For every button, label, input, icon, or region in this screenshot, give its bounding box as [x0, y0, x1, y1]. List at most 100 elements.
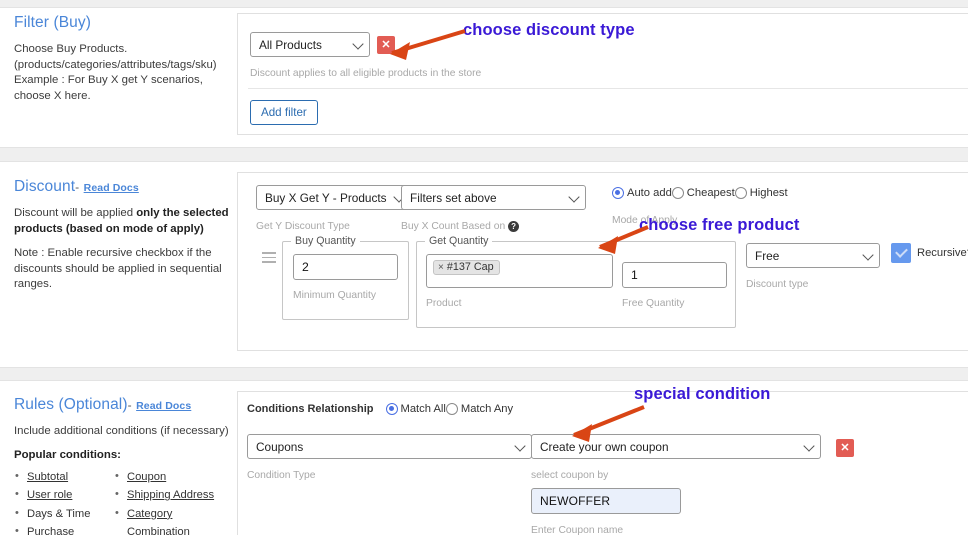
popular-conditions-column-a: Subtotal User role Days & Time Purchase …	[14, 467, 100, 535]
rules-panel: Conditions Relationship Match All Match …	[237, 391, 968, 535]
section-divider-rules	[0, 367, 968, 381]
condition-type-helper: Condition Type	[247, 470, 316, 481]
discount-type-select[interactable]: Buy X Get Y - Products	[256, 185, 411, 210]
popular-conditions-lists: Subtotal User role Days & Time Purchase …	[14, 467, 229, 535]
filter-product-helper: Discount applies to all eligible product…	[250, 68, 482, 79]
list-item: Days & Time	[14, 504, 100, 524]
filter-panel-divider	[248, 88, 968, 89]
discount-rule-editor-page: Filter (Buy) Choose Buy Products. (produ…	[0, 0, 968, 535]
mode-of-apply-radio-group: Auto add Cheapest Highest	[612, 187, 788, 199]
buy-quantity-helper: Minimum Quantity	[293, 290, 376, 301]
buy-quantity-input[interactable]: 2	[293, 254, 398, 280]
chevron-down-icon	[862, 248, 874, 261]
recursive-checkbox[interactable]	[891, 243, 911, 263]
relationship-option-match-all[interactable]: Match All	[385, 403, 446, 415]
list-item[interactable]: Category Combination	[114, 504, 224, 535]
help-icon[interactable]: ?	[508, 221, 520, 232]
chevron-down-icon	[803, 439, 815, 452]
radio-icon	[385, 403, 398, 415]
condition-link-coupon[interactable]: Coupon	[127, 471, 166, 483]
filter-remove-button[interactable]: ✕	[377, 35, 395, 54]
condition-link-subtotal[interactable]: Subtotal	[27, 471, 68, 483]
condition-type-select[interactable]: Coupons	[247, 434, 532, 459]
conditions-relationship-row: Conditions Relationship Match All Match …	[247, 403, 513, 415]
section-divider-discount	[0, 147, 968, 162]
filter-description-column: Filter (Buy) Choose Buy Products. (produ…	[14, 14, 229, 113]
get-product-multiselect[interactable]: × #137 Cap	[426, 254, 613, 288]
buy-x-count-helper: Buy X Count Based on ?	[401, 221, 520, 233]
radio-icon	[734, 187, 747, 199]
discount-panel: Buy X Get Y - Products Get Y Discount Ty…	[237, 172, 968, 351]
product-chip[interactable]: × #137 Cap	[433, 260, 500, 275]
buy-x-count-select[interactable]: Filters set above	[401, 185, 586, 210]
buy-x-count-helper-text: Buy X Count Based on	[401, 221, 506, 233]
list-item[interactable]: Purchase History	[14, 522, 100, 535]
mode-option-cheapest[interactable]: Cheapest	[671, 187, 735, 199]
condition-link-purchase-history[interactable]: Purchase History	[27, 526, 74, 535]
get-quantity-fieldset: Get Quantity × #137 Cap Product 1 Free Q…	[416, 235, 736, 328]
filter-product-select-value: All Products	[259, 37, 322, 52]
discount-type-helper: Get Y Discount Type	[256, 221, 350, 232]
free-quantity-input[interactable]: 1	[622, 262, 727, 288]
rule-remove-button[interactable]: ✕	[836, 439, 854, 457]
chevron-down-icon	[568, 190, 580, 203]
condition-link-shipping-address[interactable]: Shipping Address	[127, 489, 214, 501]
coupon-name-input[interactable]: NEWOFFER	[531, 488, 681, 514]
discount-title-dash: -	[75, 180, 80, 194]
add-filter-button[interactable]: Add filter	[250, 100, 318, 125]
rules-section-title: Rules (Optional)- Read Docs	[14, 396, 229, 414]
mode-option-highest-label: Highest	[749, 187, 788, 199]
filter-product-select[interactable]: All Products	[250, 32, 370, 57]
radio-icon	[445, 403, 458, 415]
discount-description-column: Discount- Read Docs Discount will be app…	[14, 178, 229, 302]
chevron-down-icon	[352, 37, 364, 50]
mode-option-auto-add[interactable]: Auto add	[612, 187, 672, 199]
mode-option-highest[interactable]: Highest	[734, 187, 788, 199]
buy-quantity-legend: Buy Quantity	[291, 235, 360, 247]
relationship-option-match-any[interactable]: Match Any	[445, 403, 514, 415]
free-discount-type-helper: Discount type	[746, 279, 809, 290]
relationship-option-match-all-label: Match All	[400, 403, 446, 415]
buy-x-count-select-value: Filters set above	[410, 190, 497, 205]
relationship-option-match-any-label: Match Any	[460, 403, 514, 415]
discount-desc-lead: Discount will be applied	[14, 207, 137, 219]
coupon-by-select[interactable]: Create your own coupon	[531, 434, 821, 459]
filter-description-text: Choose Buy Products. (products/categorie…	[14, 43, 217, 102]
chip-remove-icon[interactable]: ×	[438, 262, 444, 273]
discount-note-text: Note : Enable recursive checkbox if the …	[14, 247, 222, 291]
discount-description-text: Discount will be applied only the select…	[14, 206, 229, 237]
product-chip-label: #137 Cap	[446, 261, 494, 273]
conditions-relationship-label: Conditions Relationship	[247, 403, 374, 415]
discount-read-docs-link[interactable]: Read Docs	[84, 182, 139, 194]
coupon-name-helper: Enter Coupon name	[531, 525, 624, 535]
list-item[interactable]: Shipping Address	[114, 485, 224, 505]
radio-icon	[612, 187, 624, 199]
list-item[interactable]: User role	[14, 485, 100, 505]
drag-handle-icon[interactable]	[262, 252, 276, 266]
rules-read-docs-link[interactable]: Read Docs	[136, 400, 191, 412]
condition-type-select-value: Coupons	[256, 439, 304, 454]
popular-conditions-column-b: Coupon Shipping Address Category Combina…	[114, 467, 224, 535]
rules-title-dash: -	[127, 398, 132, 412]
annotation-special-condition: special condition	[634, 385, 771, 403]
free-quantity-helper: Free Quantity	[622, 298, 685, 309]
get-product-helper: Product	[426, 298, 462, 309]
list-item[interactable]: Subtotal	[14, 467, 100, 487]
buy-quantity-fieldset: Buy Quantity 2 Minimum Quantity	[282, 235, 409, 320]
filter-section-title: Filter (Buy)	[14, 14, 91, 31]
get-quantity-legend: Get Quantity	[425, 235, 493, 247]
free-discount-type-select[interactable]: Free	[746, 243, 880, 268]
popular-conditions-title: Popular conditions:	[14, 448, 121, 461]
condition-label-days-time: Days & Time	[27, 507, 91, 520]
condition-link-category-combination[interactable]: Category Combination	[127, 508, 190, 535]
recursive-checkbox-group[interactable]: Recursive?	[891, 243, 968, 263]
discount-section-title: Discount- Read Docs	[14, 178, 229, 196]
section-divider-top	[0, 0, 968, 8]
discount-type-select-value: Buy X Get Y - Products	[265, 190, 387, 205]
list-item[interactable]: Coupon	[114, 467, 224, 487]
coupon-by-select-value: Create your own coupon	[540, 439, 669, 454]
annotation-choose-discount-type: choose discount type	[463, 21, 635, 39]
discount-title-text: Discount	[14, 178, 76, 195]
condition-link-user-role[interactable]: User role	[27, 489, 72, 501]
rules-description-column: Rules (Optional)- Read Docs Include addi…	[14, 396, 229, 535]
